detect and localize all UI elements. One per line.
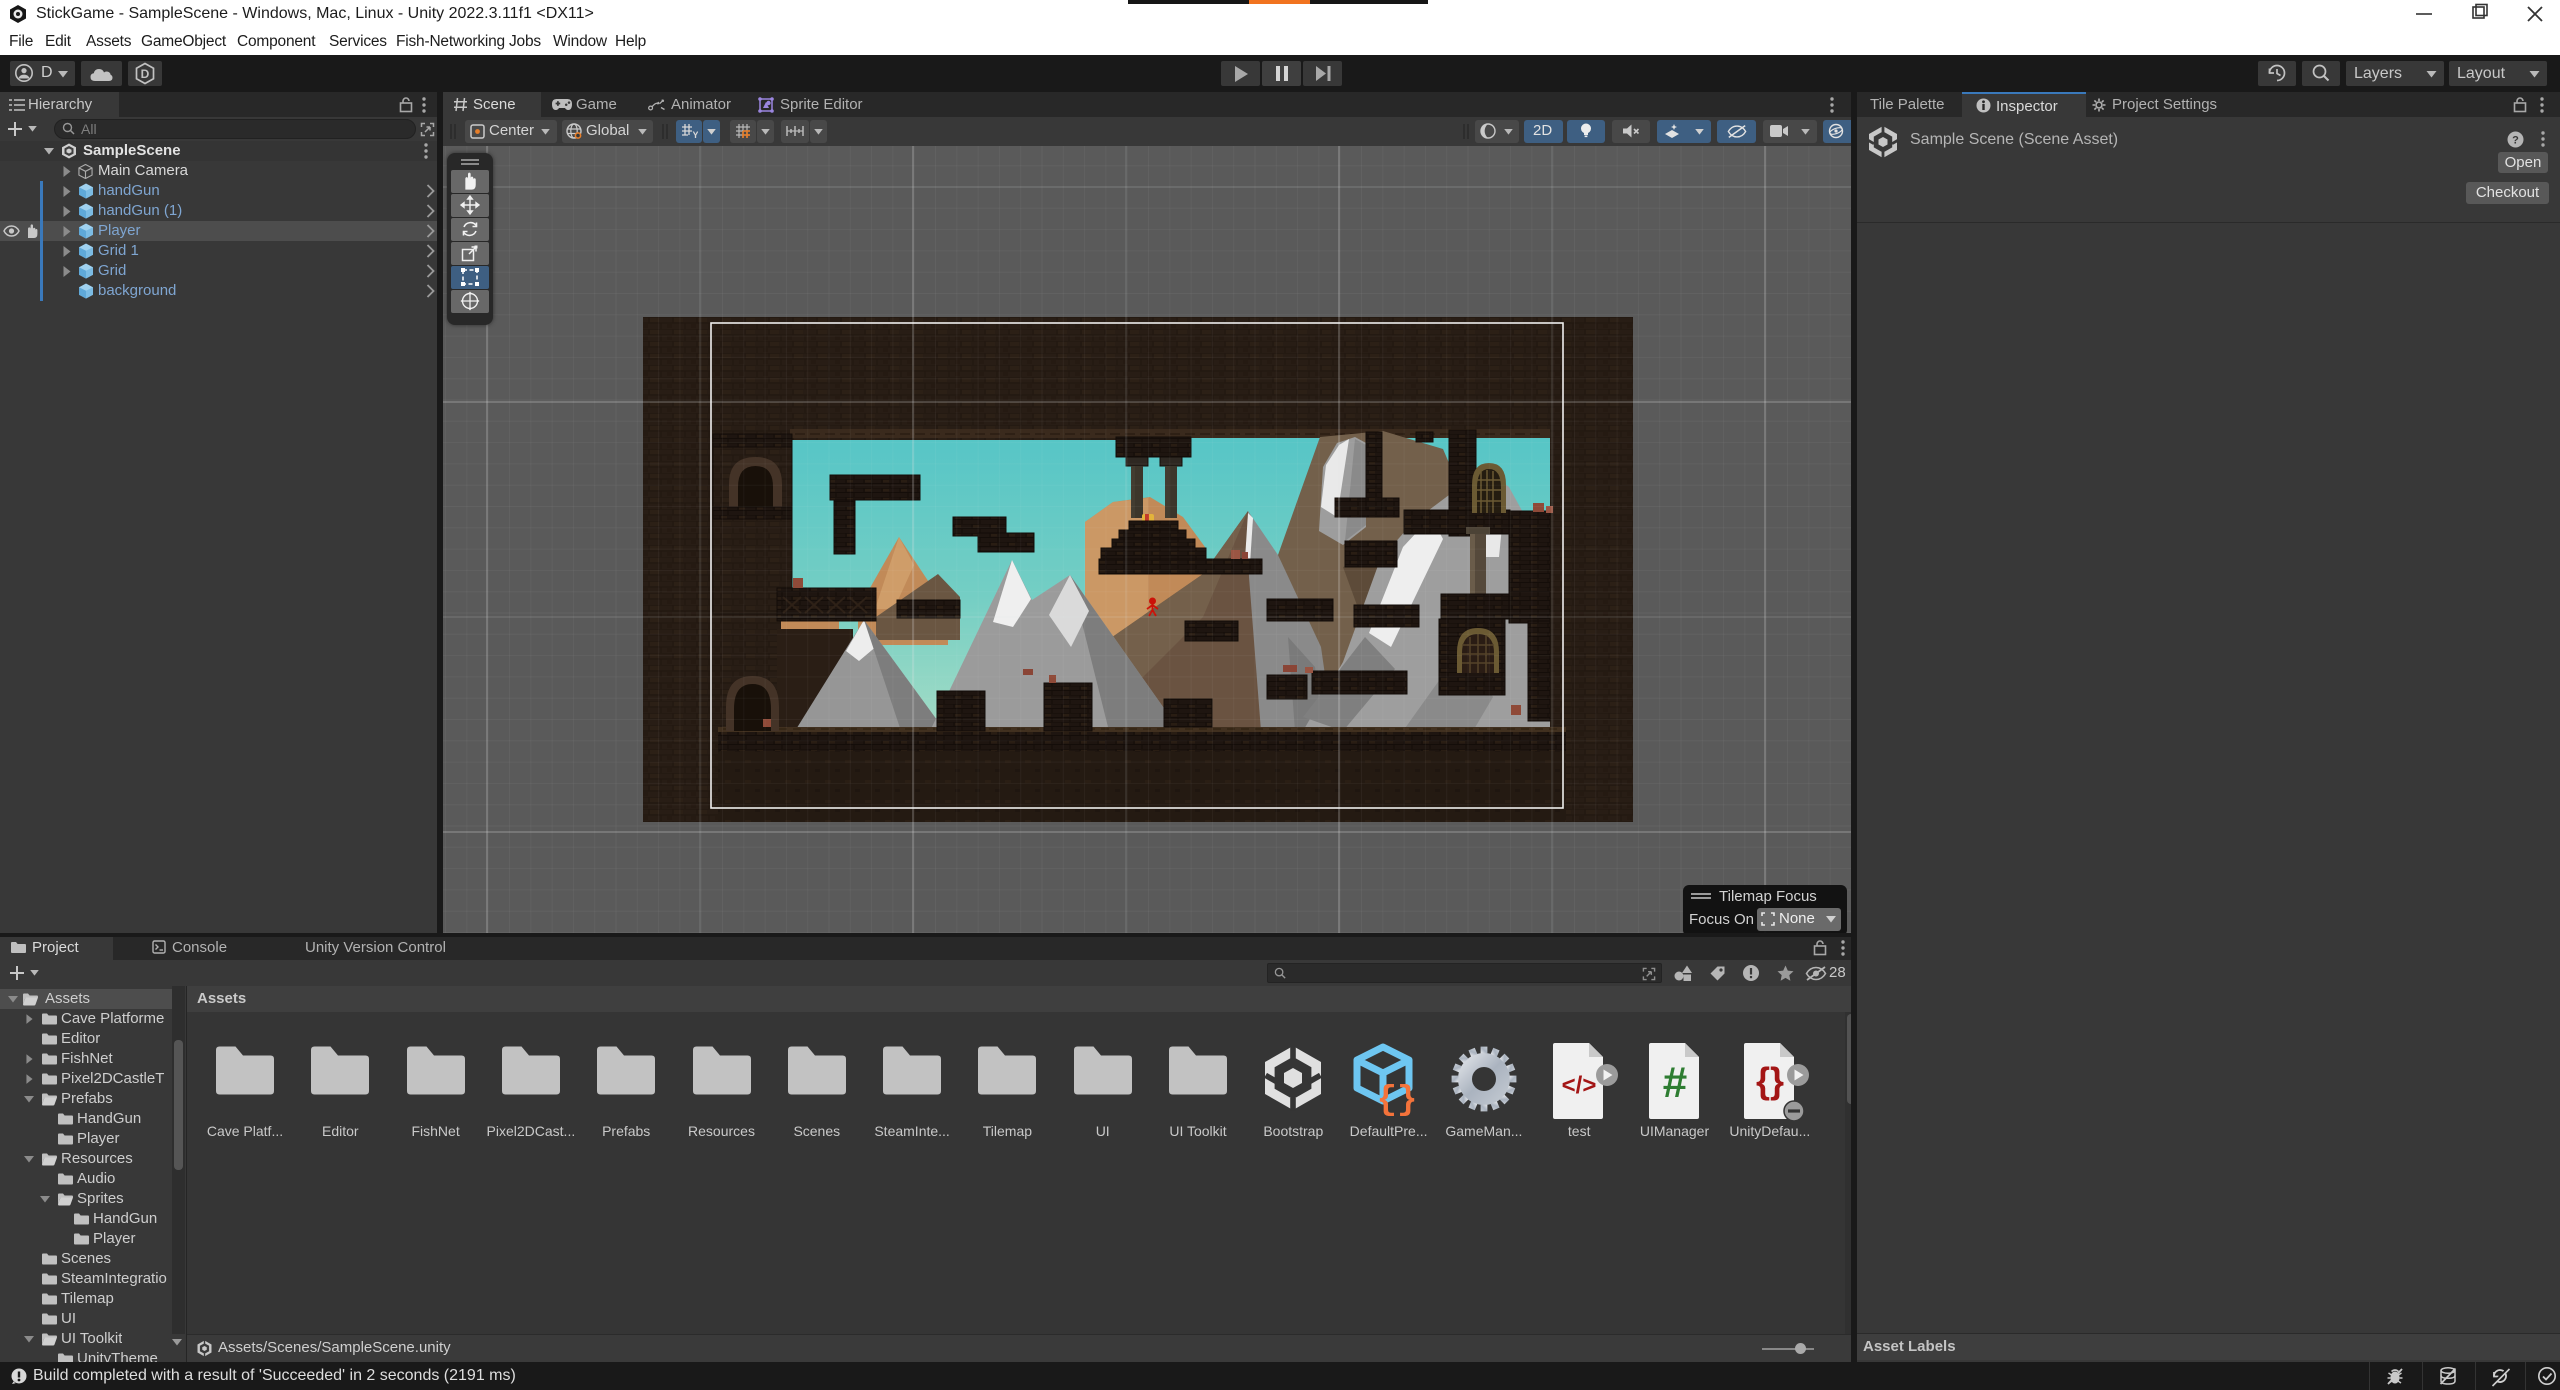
svg-text:</>: </> bbox=[1562, 1072, 1597, 1099]
svg-text:{}: {} bbox=[1756, 1060, 1784, 1101]
svg-text:#: # bbox=[1662, 1058, 1686, 1107]
svg-text:?: ? bbox=[2512, 135, 2519, 147]
svg-text:{}: {} bbox=[1376, 1082, 1417, 1117]
svg-text:D: D bbox=[141, 67, 150, 81]
svg-text:Y: Y bbox=[693, 130, 699, 140]
